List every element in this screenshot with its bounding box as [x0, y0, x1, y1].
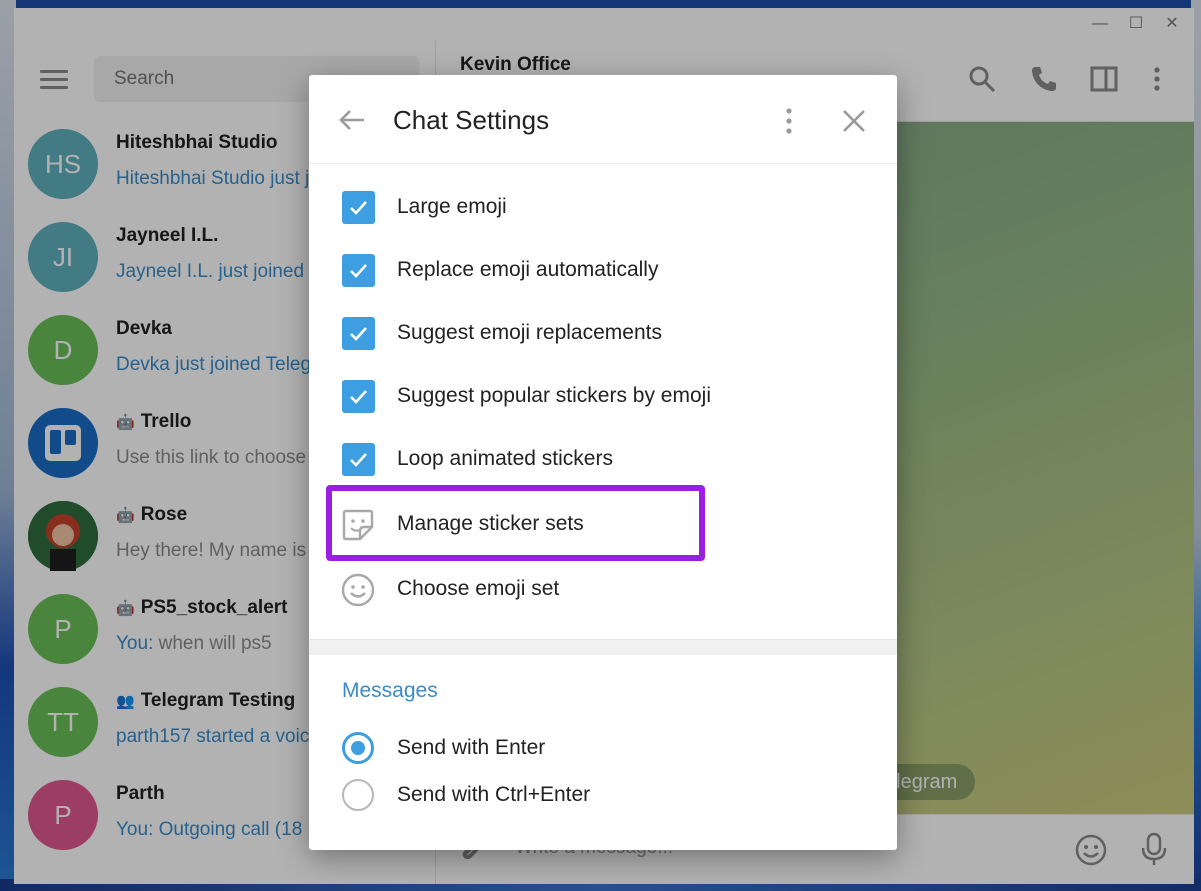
option-loop-stickers[interactable]: Loop animated stickers	[309, 435, 897, 485]
back-arrow-icon[interactable]	[337, 105, 367, 135]
option-suggest-stickers[interactable]: Suggest popular stickers by emoji	[309, 372, 897, 422]
checkbox-checked[interactable]	[342, 443, 375, 476]
option-send-with-ctrl-enter[interactable]: Send with Ctrl+Enter	[309, 771, 897, 821]
checkbox-checked[interactable]	[342, 380, 375, 413]
checkbox-checked[interactable]	[342, 254, 375, 287]
radio-selected[interactable]	[342, 732, 374, 764]
option-replace-emoji[interactable]: Replace emoji automatically	[309, 246, 897, 296]
option-large-emoji[interactable]: Large emoji	[309, 183, 897, 233]
option-label: Large emoji	[397, 195, 507, 218]
option-label: Choose emoji set	[397, 577, 560, 600]
close-icon[interactable]	[839, 106, 869, 136]
option-label: Suggest popular stickers by emoji	[397, 384, 711, 407]
option-label: Suggest emoji replacements	[397, 321, 662, 344]
section-divider	[309, 639, 897, 655]
highlight-box	[326, 485, 705, 561]
choose-emoji-set-button[interactable]: Choose emoji set	[309, 565, 897, 615]
option-send-with-enter[interactable]: Send with Enter	[309, 724, 897, 774]
option-label: Replace emoji automatically	[397, 258, 659, 281]
dialog-header: Chat Settings	[309, 75, 897, 164]
messages-section-title: Messages	[342, 679, 438, 702]
checkbox-checked[interactable]	[342, 191, 375, 224]
smile-icon	[341, 573, 375, 607]
option-label: Send with Ctrl+Enter	[397, 783, 591, 806]
dialog-title: Chat Settings	[393, 105, 550, 135]
checkbox-checked[interactable]	[342, 317, 375, 350]
radio-unselected[interactable]	[342, 779, 374, 811]
option-label: Loop animated stickers	[397, 447, 613, 470]
chat-settings-dialog: Chat Settings Large emoji Replace emoji …	[309, 75, 897, 850]
option-label: Send with Enter	[397, 736, 546, 759]
more-vertical-icon[interactable]	[779, 107, 799, 135]
option-suggest-emoji[interactable]: Suggest emoji replacements	[309, 309, 897, 359]
